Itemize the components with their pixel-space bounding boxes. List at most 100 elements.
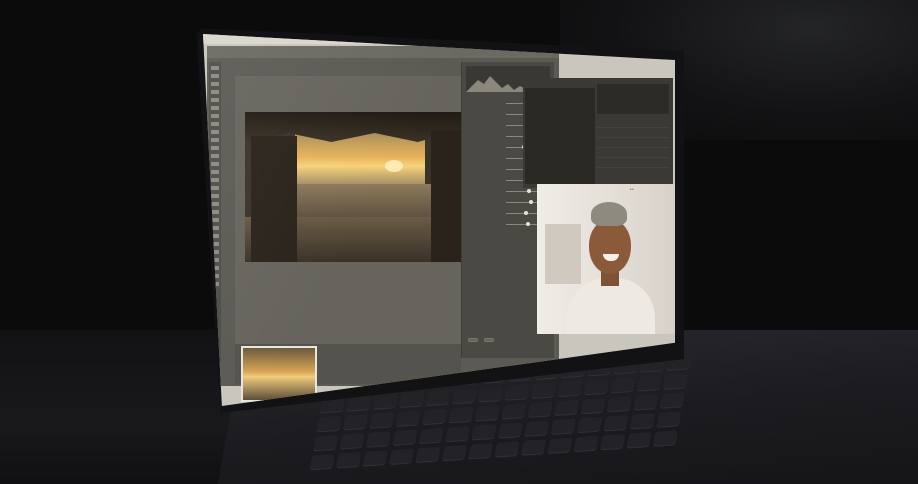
keyboard-key [573, 435, 599, 452]
photo-sun [385, 160, 403, 172]
secondary-histogram [597, 84, 669, 114]
keyboard-key [468, 442, 494, 459]
keyboard-key [557, 380, 583, 397]
video-background-shelf [545, 224, 581, 284]
tool-icon[interactable] [211, 146, 219, 150]
keyboard-key [653, 430, 678, 446]
keyboard-key [415, 446, 441, 463]
keyboard-key [584, 378, 609, 395]
panel-button-2[interactable] [484, 338, 494, 342]
keyboard-key [521, 439, 546, 455]
layers-list [597, 118, 669, 168]
keyboard-key [550, 418, 576, 435]
keyboard-key [524, 420, 550, 436]
layer-row[interactable] [597, 118, 669, 128]
keyboard-key [343, 414, 369, 430]
tool-icon[interactable] [211, 74, 219, 78]
layer-row[interactable] [597, 138, 669, 148]
keyboard-key [600, 433, 626, 450]
slider-knob[interactable] [526, 189, 531, 193]
tool-icon[interactable] [211, 90, 219, 94]
photo-left-post [251, 136, 297, 262]
tool-icon[interactable] [211, 210, 219, 214]
keyboard-key [603, 414, 629, 431]
keyboard-key [418, 427, 444, 444]
keyboard-key [316, 415, 342, 432]
tool-icon[interactable] [211, 130, 219, 134]
video-person-headwrap [591, 202, 627, 226]
layer-row[interactable] [597, 158, 669, 168]
slider-knob[interactable] [526, 222, 530, 226]
layer-row[interactable] [597, 148, 669, 158]
keyboard-key [501, 403, 527, 419]
tool-icon[interactable] [211, 162, 219, 166]
keyboard-key [389, 448, 414, 464]
panel-buttons [468, 338, 494, 342]
video-call-window[interactable]: ↔ [537, 184, 675, 334]
keyboard-key [577, 416, 603, 433]
keyboard-key [448, 406, 474, 423]
laptop-screen: ↔ [203, 34, 675, 406]
keyboard-key [663, 373, 689, 389]
keyboard-key [659, 392, 685, 408]
tool-icon[interactable] [211, 114, 219, 118]
slider-knob[interactable] [529, 200, 534, 204]
cursor-icon: ↔ [629, 186, 635, 192]
secondary-preview [525, 88, 595, 184]
keyboard-key [580, 397, 606, 414]
tool-icon[interactable] [211, 186, 219, 190]
keyboard-key [494, 441, 520, 457]
keyboard-key [313, 434, 339, 451]
tool-icon[interactable] [211, 194, 219, 198]
tool-icon[interactable] [211, 122, 219, 126]
keyboard-key [392, 429, 418, 445]
tool-icon[interactable] [211, 154, 219, 158]
panel-button-1[interactable] [468, 338, 478, 342]
keyboard-key [369, 412, 395, 428]
keyboard-key [656, 411, 682, 427]
keyboard-key [336, 452, 362, 468]
photo-editor-window [207, 46, 559, 402]
keyboard-key [554, 399, 580, 416]
editor-canvas[interactable] [235, 76, 461, 344]
keyboard-key [441, 444, 467, 461]
keyboard-key [630, 413, 655, 429]
keyboard-key [372, 393, 398, 409]
keyboard-key [445, 425, 471, 442]
keyboard-key [471, 424, 497, 440]
keyboard-key [633, 394, 659, 410]
tool-icon[interactable] [211, 66, 219, 70]
keyboard-key [610, 377, 636, 393]
keyboard-key [366, 431, 392, 447]
keyboard-key [504, 384, 530, 400]
keyboard-key [339, 433, 365, 449]
photo-right-post [431, 130, 461, 262]
slider-knob[interactable] [523, 211, 528, 215]
tool-icon[interactable] [211, 202, 219, 206]
video-person-face [589, 220, 631, 274]
keyboard-key [498, 422, 523, 438]
tool-icon[interactable] [211, 82, 219, 86]
keyboard-key [422, 408, 448, 425]
keyboard-key [475, 405, 500, 421]
keyboard-key [607, 395, 632, 412]
keyboard-key [531, 382, 557, 398]
tool-icon[interactable] [211, 170, 219, 174]
filmstrip-thumbnail[interactable] [241, 346, 317, 402]
keyboard-key [547, 437, 573, 454]
secondary-window [523, 78, 673, 188]
tool-icon[interactable] [211, 98, 219, 102]
keyboard-key [309, 453, 335, 470]
tool-icon[interactable] [211, 178, 219, 182]
photo-scene: ↔ [0, 0, 918, 484]
layer-row[interactable] [597, 128, 669, 138]
keyboard-key [452, 387, 477, 404]
keyboard-key [636, 375, 662, 391]
sunset-photo [245, 112, 461, 262]
keyboard-key [399, 391, 425, 408]
tool-icon[interactable] [211, 138, 219, 142]
tool-icon[interactable] [211, 106, 219, 110]
keyboard-key [395, 410, 421, 427]
keyboard-key [626, 432, 652, 448]
keyboard-key [362, 450, 388, 466]
